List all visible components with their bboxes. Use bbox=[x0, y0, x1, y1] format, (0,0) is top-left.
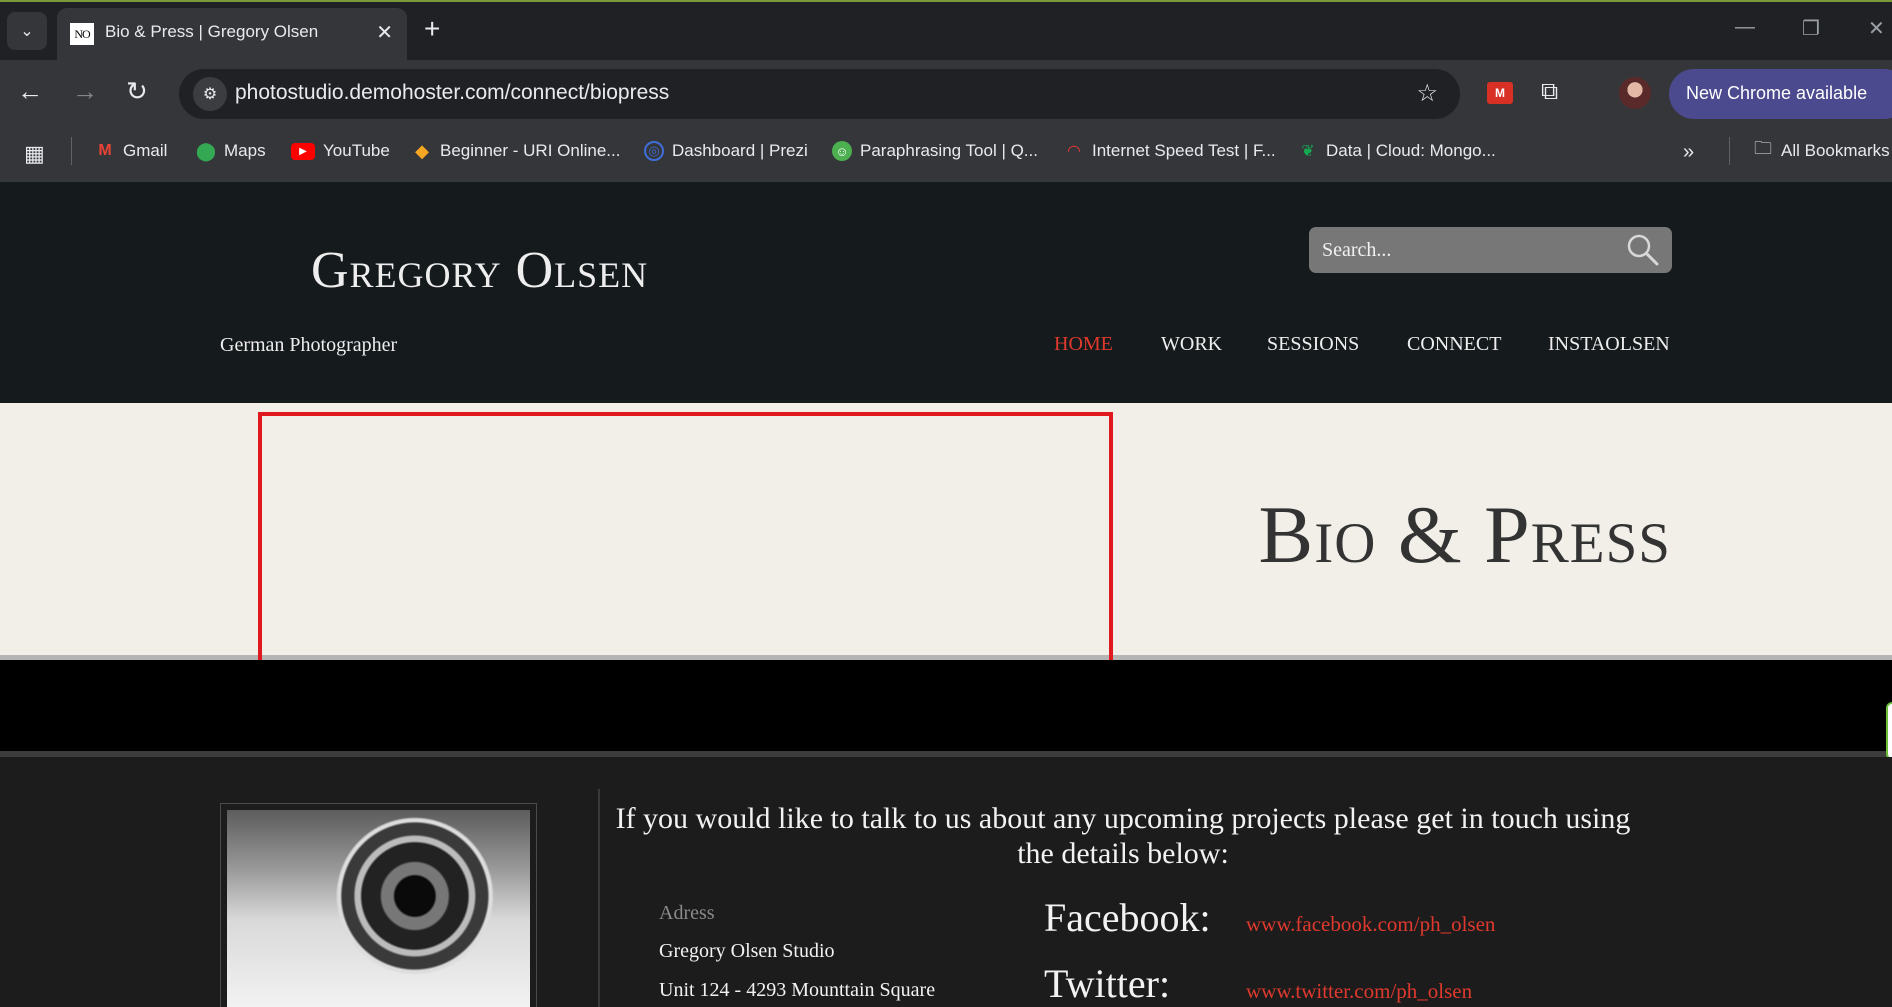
portrait-frame bbox=[220, 803, 537, 1007]
site-header: Gregory Olsen German Photographer HOME W… bbox=[0, 182, 1892, 403]
chevron-down-icon: ⌄ bbox=[20, 23, 34, 40]
contact-section: If you would like to talk to us about an… bbox=[0, 757, 1892, 1007]
quillbot-icon: ☺ bbox=[832, 141, 852, 161]
folder-icon: 🗀 bbox=[1754, 138, 1772, 158]
bookmark-quillbot[interactable]: ☺ Paraphrasing Tool | Q... bbox=[832, 141, 1038, 161]
gmail-icon: M bbox=[98, 142, 112, 159]
nav-instaolsen[interactable]: INSTAOLSEN bbox=[1548, 333, 1670, 356]
bookmark-mongodb[interactable]: ❦ Data | Cloud: Mongo... bbox=[1298, 141, 1496, 161]
address-line: Gregory Olsen Studio bbox=[659, 940, 835, 962]
browser-tab[interactable]: NO Bio & Press | Gregory Olsen ✕ bbox=[57, 8, 407, 62]
back-icon[interactable]: ← bbox=[17, 78, 43, 104]
new-tab-button[interactable]: + bbox=[424, 14, 440, 44]
divider bbox=[71, 137, 72, 165]
side-feedback-tab[interactable] bbox=[1886, 702, 1892, 760]
tab-search-button[interactable]: ⌄ bbox=[7, 12, 47, 50]
site-brand[interactable]: Gregory Olsen bbox=[311, 241, 648, 300]
minimize-icon[interactable]: — bbox=[1735, 16, 1755, 39]
site-tagline: German Photographer bbox=[220, 334, 398, 356]
photographer-portrait-image bbox=[227, 810, 530, 1007]
nav-home[interactable]: HOME bbox=[1054, 333, 1113, 356]
divider bbox=[1729, 137, 1730, 165]
facebook-label: Facebook: bbox=[1044, 895, 1211, 940]
search-box bbox=[1309, 227, 1672, 273]
more-bookmarks-icon[interactable]: » bbox=[1683, 141, 1694, 164]
twitter-link[interactable]: www.twitter.com/ph_olsen bbox=[1246, 979, 1472, 1004]
search-icon[interactable] bbox=[1626, 233, 1660, 267]
restore-icon[interactable]: ❐ bbox=[1802, 16, 1820, 41]
facebook-link[interactable]: www.facebook.com/ph_olsen bbox=[1246, 912, 1495, 937]
browser-toolbar: ← → ↻ ⚙ photostudio.demohoster.com/conne… bbox=[0, 60, 1892, 125]
nav-connect[interactable]: CONNECT bbox=[1407, 333, 1501, 356]
update-chrome-button[interactable]: New Chrome available bbox=[1669, 69, 1892, 119]
twitter-label: Twitter: bbox=[1044, 961, 1171, 1006]
speedtest-icon: ◠ bbox=[1067, 143, 1081, 160]
profile-avatar[interactable] bbox=[1619, 77, 1651, 109]
extension-icon[interactable]: M bbox=[1487, 82, 1513, 104]
address-label: Adress bbox=[659, 902, 715, 924]
all-bookmarks-button[interactable]: 🗀 All Bookmarks bbox=[1753, 138, 1890, 161]
highlight-annotation-box bbox=[258, 412, 1113, 677]
browser-tab-bar: ⌄ NO Bio & Press | Gregory Olsen ✕ + — ❐… bbox=[0, 0, 1892, 62]
close-tab-icon[interactable]: ✕ bbox=[376, 20, 393, 45]
search-input[interactable] bbox=[1322, 239, 1602, 262]
youtube-icon: ▶ bbox=[291, 142, 315, 160]
bookmarks-bar: ▦ M Gmail ⬤ Maps ▶ YouTube ◆ Beginner - URI … bbox=[0, 125, 1892, 182]
bookmark-youtube[interactable]: ▶ YouTube bbox=[291, 141, 390, 161]
nav-sessions[interactable]: SESSIONS bbox=[1267, 333, 1359, 356]
bookmark-prezi[interactable]: ◎ Dashboard | Prezi bbox=[644, 141, 808, 161]
close-window-icon[interactable]: ✕ bbox=[1868, 16, 1885, 41]
tab-title: Bio & Press | Gregory Olsen bbox=[105, 22, 319, 41]
bookmark-maps[interactable]: ⬤ Maps bbox=[196, 141, 266, 161]
extensions-puzzle-icon[interactable]: ⧉ bbox=[1541, 78, 1558, 106]
contact-intro: If you would like to talk to us about an… bbox=[615, 802, 1631, 870]
site-settings-icon[interactable]: ⚙ bbox=[193, 77, 227, 111]
address-bar[interactable]: ⚙ photostudio.demohoster.com/connect/bio… bbox=[179, 69, 1460, 119]
bookmark-star-icon[interactable]: ☆ bbox=[1416, 79, 1438, 108]
page-title: Bio & Press bbox=[1258, 489, 1671, 580]
mongodb-icon: ❦ bbox=[1301, 143, 1315, 160]
bookmark-uri[interactable]: ◆ Beginner - URI Online... bbox=[412, 141, 620, 161]
address-line: Unit 124 - 4293 Mounttain Square bbox=[659, 979, 936, 1001]
bookmark-speedtest[interactable]: ◠ Internet Speed Test | F... bbox=[1064, 141, 1276, 161]
forward-icon[interactable]: → bbox=[72, 78, 98, 104]
divider bbox=[598, 789, 600, 1007]
apps-grid-icon[interactable]: ▦ bbox=[24, 141, 45, 167]
reload-icon[interactable]: ↻ bbox=[126, 78, 148, 104]
uri-icon: ◆ bbox=[415, 140, 429, 161]
maps-icon: ⬤ bbox=[195, 140, 217, 161]
black-band bbox=[0, 660, 1892, 752]
site-favicon: NO bbox=[70, 23, 94, 45]
prezi-icon: ◎ bbox=[644, 141, 664, 161]
url-text[interactable]: photostudio.demohoster.com/connect/biopr… bbox=[235, 81, 669, 105]
nav-work[interactable]: WORK bbox=[1161, 333, 1222, 356]
bookmark-gmail[interactable]: M Gmail bbox=[95, 141, 167, 161]
